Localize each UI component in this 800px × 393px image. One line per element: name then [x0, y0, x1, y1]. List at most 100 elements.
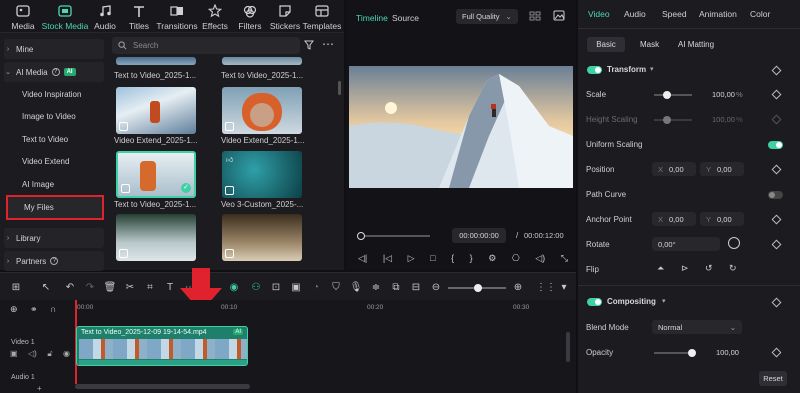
scrollbar[interactable] — [338, 81, 341, 95]
step-back-icon[interactable]: |◁ — [383, 253, 392, 265]
subtab-mask[interactable]: Mask — [640, 40, 659, 49]
help-icon[interactable]: ? — [50, 257, 59, 265]
redo-icon[interactable]: ↷ — [84, 281, 96, 293]
media-thumbnail[interactable] — [222, 214, 302, 261]
mixer-icon[interactable]: ≑ — [370, 281, 382, 293]
keyframe-icon[interactable] — [771, 89, 782, 100]
position-y-field[interactable]: Y 0,00 — [700, 162, 744, 176]
select-tool-icon[interactable]: ↖ — [40, 281, 52, 293]
quality-select[interactable]: Full Quality ⌄ — [456, 9, 518, 24]
video-frame[interactable] — [349, 66, 573, 188]
search-input[interactable]: Search — [112, 37, 300, 54]
cut-icon[interactable]: ✂ — [124, 281, 136, 293]
current-time[interactable]: 00:00:00:00 — [452, 228, 506, 243]
tab-templates[interactable]: Templates — [303, 0, 341, 33]
sidebar-item-text-to-video[interactable]: Text to Video — [4, 129, 104, 149]
like-icon[interactable]: 👍︎ — [226, 155, 233, 164]
rotate-right-icon[interactable]: ↻ — [729, 263, 737, 274]
mic-icon[interactable]: 🎙︎ — [350, 281, 363, 293]
settings-icon[interactable]: ⚙ — [488, 253, 496, 265]
volume-icon[interactable]: ◁) — [535, 253, 545, 265]
snapshot-icon[interactable] — [553, 10, 565, 21]
subtab-ai-matting[interactable]: AI Matting — [678, 40, 714, 49]
track-toggle-icon[interactable]: ▣ — [10, 349, 18, 359]
magnet-icon[interactable]: ∩ — [50, 304, 56, 314]
opacity-value[interactable]: 100,00 — [716, 348, 739, 357]
position-x-field[interactable]: X 0,00 — [652, 162, 696, 176]
keyframe-icon[interactable] — [771, 239, 782, 250]
layout-icon[interactable]: ⊞ — [10, 281, 22, 293]
tab-titles[interactable]: Titles — [124, 0, 154, 33]
sidebar-item-ai-image[interactable]: AI Image — [4, 174, 104, 194]
add-icon[interactable]: + — [37, 384, 42, 393]
tab-stock-media[interactable]: Stock Media — [40, 0, 90, 33]
rotate-dial-icon[interactable] — [728, 237, 740, 249]
sidebar-item-ai-media[interactable]: ⌄ AI Media ? AI — [4, 62, 104, 82]
caption-icon[interactable]: ⧉ — [390, 281, 402, 293]
split-icon[interactable]: ⊟ — [410, 281, 422, 293]
tab-audio[interactable]: Audio — [90, 0, 120, 33]
flip-vertical-icon[interactable]: ⏶ — [657, 263, 664, 274]
anchor-x-field[interactable]: X 0,00 — [652, 212, 696, 226]
filter-icon[interactable] — [304, 40, 314, 50]
tab-source[interactable]: Source — [392, 13, 419, 23]
media-thumbnail[interactable] — [222, 87, 302, 134]
sidebar-item-library[interactable]: › Library — [4, 228, 104, 248]
rotate-left-icon[interactable]: ↺ — [705, 263, 713, 274]
tab-video[interactable]: Video — [588, 9, 610, 19]
playback-progress[interactable] — [357, 232, 430, 240]
mark-out-icon[interactable]: } — [470, 253, 473, 265]
grid-view-icon[interactable] — [529, 11, 541, 21]
ai-tool-icon[interactable]: ◉ — [228, 281, 240, 293]
tab-effects[interactable]: Effects — [200, 0, 230, 33]
sidebar-item-image-to-video[interactable]: Image to Video — [4, 106, 104, 126]
reset-button[interactable]: Reset — [759, 371, 787, 386]
ai-clip-icon[interactable]: ⚇ — [250, 281, 262, 293]
tab-speed[interactable]: Speed — [662, 9, 687, 19]
scale-slider[interactable] — [654, 91, 692, 99]
horizontal-scrollbar[interactable] — [75, 384, 250, 389]
slider-knob[interactable] — [688, 349, 696, 357]
tab-timeline[interactable]: Timeline — [356, 13, 388, 23]
more-icon[interactable]: ⋯ — [322, 37, 334, 51]
blend-mode-select[interactable]: Normal ⌄ — [652, 320, 742, 334]
transform-toggle[interactable] — [587, 66, 602, 74]
compositing-toggle[interactable] — [587, 298, 602, 306]
sidebar-item-video-inspiration[interactable]: Video Inspiration — [4, 84, 104, 104]
link-icon[interactable]: ⚭ — [30, 304, 38, 315]
crop-icon[interactable]: ⌗ — [144, 281, 156, 293]
media-thumbnail-selected[interactable]: ✓ — [116, 151, 196, 198]
sidebar-item-video-extend[interactable]: Video Extend — [4, 151, 104, 171]
opacity-slider[interactable] — [654, 349, 696, 357]
zoom-slider[interactable] — [448, 284, 506, 292]
tab-transitions[interactable]: Transitions — [156, 0, 198, 33]
sidebar-item-partners[interactable]: › Partners ? — [4, 251, 104, 271]
keyframe-icon[interactable] — [771, 65, 782, 76]
chevron-down-icon[interactable]: ▾ — [558, 281, 570, 293]
tab-filters[interactable]: Filters — [235, 0, 265, 33]
path-curve-toggle[interactable] — [768, 191, 783, 199]
prev-frame-icon[interactable]: ◁| — [358, 253, 367, 265]
text-tool-icon[interactable]: T — [164, 281, 176, 293]
media-thumbnail[interactable] — [116, 214, 196, 261]
sidebar-item-mine[interactable]: › Mine — [4, 39, 104, 59]
timeline-video-clip[interactable]: Text to Video_2025-12-09 19-14-54.mp4 AI — [76, 326, 248, 366]
fullscreen-icon[interactable]: ⤡ — [561, 253, 568, 265]
help-icon[interactable]: ? — [51, 68, 60, 76]
tab-animation[interactable]: Animation — [699, 9, 737, 19]
stop-icon[interactable]: □ — [430, 253, 435, 265]
speed-icon[interactable]: ◔ — [310, 281, 322, 293]
mark-in-icon[interactable]: { — [451, 253, 454, 265]
tab-media[interactable]: Media — [6, 0, 40, 33]
marker-icon[interactable]: ⊡ — [270, 281, 282, 293]
zoom-out-icon[interactable]: ⊖ — [430, 281, 442, 293]
image-icon[interactable]: ▣ — [290, 281, 302, 293]
media-thumbnail[interactable] — [116, 87, 196, 134]
shield-icon[interactable]: ⛉ — [330, 281, 342, 293]
undo-icon[interactable]: ↶ — [64, 281, 76, 293]
flip-horizontal-icon[interactable]: ⊳ — [681, 263, 689, 274]
add-track-icon[interactable]: ⊕ — [10, 304, 18, 315]
tab-color[interactable]: Color — [750, 9, 770, 19]
tab-audio[interactable]: Audio — [624, 9, 646, 19]
media-thumbnail[interactable] — [116, 57, 196, 65]
